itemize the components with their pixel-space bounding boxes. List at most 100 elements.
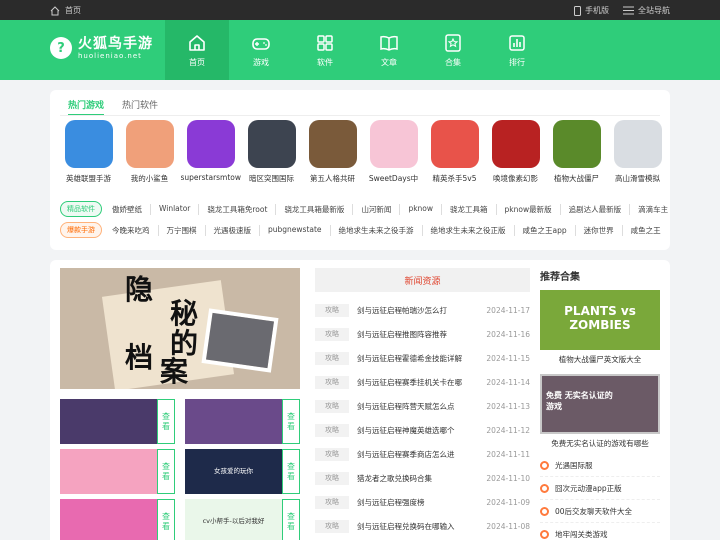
nav-software[interactable]: 软件 [293, 20, 357, 80]
sitemap-link[interactable]: 全站导航 [623, 5, 670, 16]
hot-app-item[interactable]: 我的小鲨鱼 [119, 120, 180, 184]
software-link[interactable]: 追剧达人最新版 [559, 203, 630, 215]
game-link[interactable]: 绝地求生未来之役手游 [329, 224, 422, 236]
recommend-list-label: 地牢闯关类游戏 [555, 529, 608, 539]
game-link[interactable]: 迷你世界 [574, 224, 622, 236]
news-row[interactable]: 攻略 剑与远征启程霍德希金技能详解 2024-11-15 [315, 346, 530, 370]
app-icon [186, 120, 235, 168]
recommend-list-item[interactable]: 光遇国际服 [540, 454, 660, 477]
software-link[interactable]: Winlator [150, 203, 198, 215]
thumb-card[interactable]: 女孩爱的玩你 查看 [185, 449, 300, 494]
news-row[interactable]: 攻略 剑与远征启程强度榜 2024-11-09 [315, 490, 530, 514]
thumb-card[interactable]: 查看 [60, 399, 175, 444]
view-button[interactable]: 查看 [157, 399, 175, 444]
hot-app-item[interactable]: SweetDays中 [363, 120, 424, 184]
news-title-link[interactable]: 剑与远征启程霍德希金技能详解 [357, 353, 482, 364]
software-link[interactable]: 骁龙工具箱最新版 [275, 203, 352, 215]
site-header: ? 火狐鸟手游 huolieniao.net 首页 游戏 软件 文章 合集 排行 [0, 20, 720, 80]
news-category: 攻略 [315, 327, 349, 341]
thumb-card[interactable]: 查看 [185, 399, 300, 444]
news-row[interactable]: 攻略 剑与远征启程推图阵容推荐 2024-11-16 [315, 322, 530, 346]
hot-app-item[interactable]: superstarsmtow [180, 120, 241, 184]
game-link[interactable]: 万宁围棋 [157, 224, 205, 236]
hot-apps-grid: 英雄联盟手游 我的小鲨鱼 superstarsmtow 暗区突围国际 第五人格共研 Swe… [58, 120, 668, 184]
software-link[interactable]: 骁龙工具箱免root [198, 203, 275, 215]
news-title-link[interactable]: 剑与远征启程赛季商店怎么进 [357, 449, 482, 460]
software-link[interactable]: pknow [399, 203, 441, 215]
recommend-card-caption[interactable]: 植物大战僵尸英文版大全 [540, 354, 660, 366]
game-link[interactable]: 光遇极速版 [204, 224, 260, 236]
thumb-image [60, 399, 157, 444]
hot-app-item[interactable]: 高山滑雪模拟 [607, 120, 668, 184]
tab-hot-games[interactable]: 热门游戏 [68, 98, 105, 116]
nav-games[interactable]: 游戏 [229, 20, 293, 80]
software-link[interactable]: pknow最新版 [495, 203, 560, 215]
view-button[interactable]: 查看 [282, 399, 300, 444]
app-name: 高山滑雪模拟 [615, 174, 660, 183]
news-row[interactable]: 攻略 剑与远征启程赛季挂机关卡在哪 2024-11-14 [315, 370, 530, 394]
main-nav: 首页 游戏 软件 文章 合集 排行 [165, 20, 549, 80]
app-name: 精英杀手5v5 [432, 174, 477, 183]
app-icon [308, 120, 357, 168]
news-title-link[interactable]: 剑与远征启程推图阵容推荐 [357, 329, 482, 340]
news-row[interactable]: 攻略 剑与远征启程阵营天赋怎么点 2024-11-13 [315, 394, 530, 418]
news-row[interactable]: 攻略 剑与远征启程兑换码在哪输入 2024-11-08 [315, 514, 530, 538]
thumb-card[interactable]: 查看 [60, 499, 175, 540]
banner-char: 档 [125, 341, 154, 374]
tab-hot-software[interactable]: 热门软件 [122, 98, 158, 116]
home-icon [189, 34, 205, 51]
news-row[interactable]: 攻略 剑与远征启程帕瑞沙怎么打 2024-11-17 [315, 298, 530, 322]
site-logo[interactable]: ? 火狐鸟手游 huolieniao.net [50, 36, 153, 60]
view-button[interactable]: 查看 [282, 499, 300, 540]
news-title-link[interactable]: 猎龙者之歌兑换码合集 [357, 473, 482, 484]
bullet-icon [540, 483, 549, 493]
news-title: 新闻资源 [315, 268, 530, 292]
thumb-card[interactable]: 查看 [60, 449, 175, 494]
view-button[interactable]: 查看 [157, 449, 175, 494]
software-link[interactable]: 傲娇壁纸 [112, 204, 150, 215]
mobile-version-link[interactable]: 手机版 [574, 5, 609, 16]
app-name: superstarsmtow [180, 173, 241, 182]
hot-app-item[interactable]: 英雄联盟手游 [58, 120, 119, 184]
news-row[interactable]: 攻略 剑与远征启程赛季商店怎么进 2024-11-11 [315, 442, 530, 466]
game-link[interactable]: pubgnewstate [259, 224, 330, 236]
nav-articles[interactable]: 文章 [357, 20, 421, 80]
recommend-card-caption[interactable]: 免费无实名认证的游戏有哪些 [540, 438, 660, 450]
news-row[interactable]: 攻略 剑与远征启程神魔英雄选哪个 2024-11-12 [315, 418, 530, 442]
news-title-link[interactable]: 剑与远征启程强度榜 [357, 497, 482, 508]
news-title-link[interactable]: 剑与远征启程赛季挂机关卡在哪 [357, 377, 482, 388]
hot-app-item[interactable]: 植物大战僵尸 [546, 120, 607, 184]
nav-home[interactable]: 首页 [165, 20, 229, 80]
recommend-card-image[interactable]: 免费 无实名认证的游戏 [540, 374, 660, 434]
game-link[interactable]: 咸鱼之王 [621, 224, 669, 236]
thumb-card[interactable]: cv小帮手-以后对我好 查看 [185, 499, 300, 540]
news-panel: 新闻资源 攻略 剑与远征启程帕瑞沙怎么打 2024-11-17 攻略 剑与远征启程推图阵… [315, 268, 530, 538]
news-title-link[interactable]: 剑与远征启程帕瑞沙怎么打 [357, 305, 482, 316]
hot-app-item[interactable]: 暗区突围国际 [241, 120, 302, 184]
recommend-list-item[interactable]: 地牢闯关类游戏 [540, 523, 660, 540]
software-link[interactable]: 滴滴车主 [629, 203, 676, 215]
game-link[interactable]: 绝地求生未来之役正版 [421, 224, 514, 236]
recommend-card-image[interactable]: PLANTS vs ZOMBIES [540, 290, 660, 350]
news-title-link[interactable]: 剑与远征启程神魔英雄选哪个 [357, 425, 482, 436]
sitemap-label: 全站导航 [638, 6, 670, 15]
hot-app-item[interactable]: 精英杀手5v5 [424, 120, 485, 184]
news-title-link[interactable]: 剑与远征启程兑换码在哪输入 [357, 521, 482, 532]
nav-ranking[interactable]: 排行 [485, 20, 549, 80]
featured-banner[interactable]: 隐 秘 的 档 案 [60, 268, 300, 389]
news-row[interactable]: 攻略 猎龙者之歌兑换码合集 2024-11-10 [315, 466, 530, 490]
view-button[interactable]: 查看 [282, 449, 300, 494]
recommend-list-label: 00后交友聊天软件大全 [555, 506, 633, 516]
game-link[interactable]: 今晚来吃鸡 [112, 225, 158, 236]
software-link[interactable]: 骁龙工具箱 [441, 203, 496, 215]
view-button[interactable]: 查看 [157, 499, 175, 540]
software-link[interactable]: 山河新闻 [352, 203, 399, 215]
hot-app-item[interactable]: 第五人格共研 [302, 120, 363, 184]
hot-app-item[interactable]: 唤境像素幻影 [485, 120, 546, 184]
home-link[interactable]: 首页 [50, 5, 81, 16]
game-link[interactable]: 咸鱼之王app [513, 224, 575, 236]
news-title-link[interactable]: 剑与远征启程阵营天赋怎么点 [357, 401, 482, 412]
nav-collections[interactable]: 合集 [421, 20, 485, 80]
recommend-list-item[interactable]: 00后交友聊天软件大全 [540, 500, 660, 523]
recommend-list-item[interactable]: 囧次元动漫app正版 [540, 477, 660, 500]
